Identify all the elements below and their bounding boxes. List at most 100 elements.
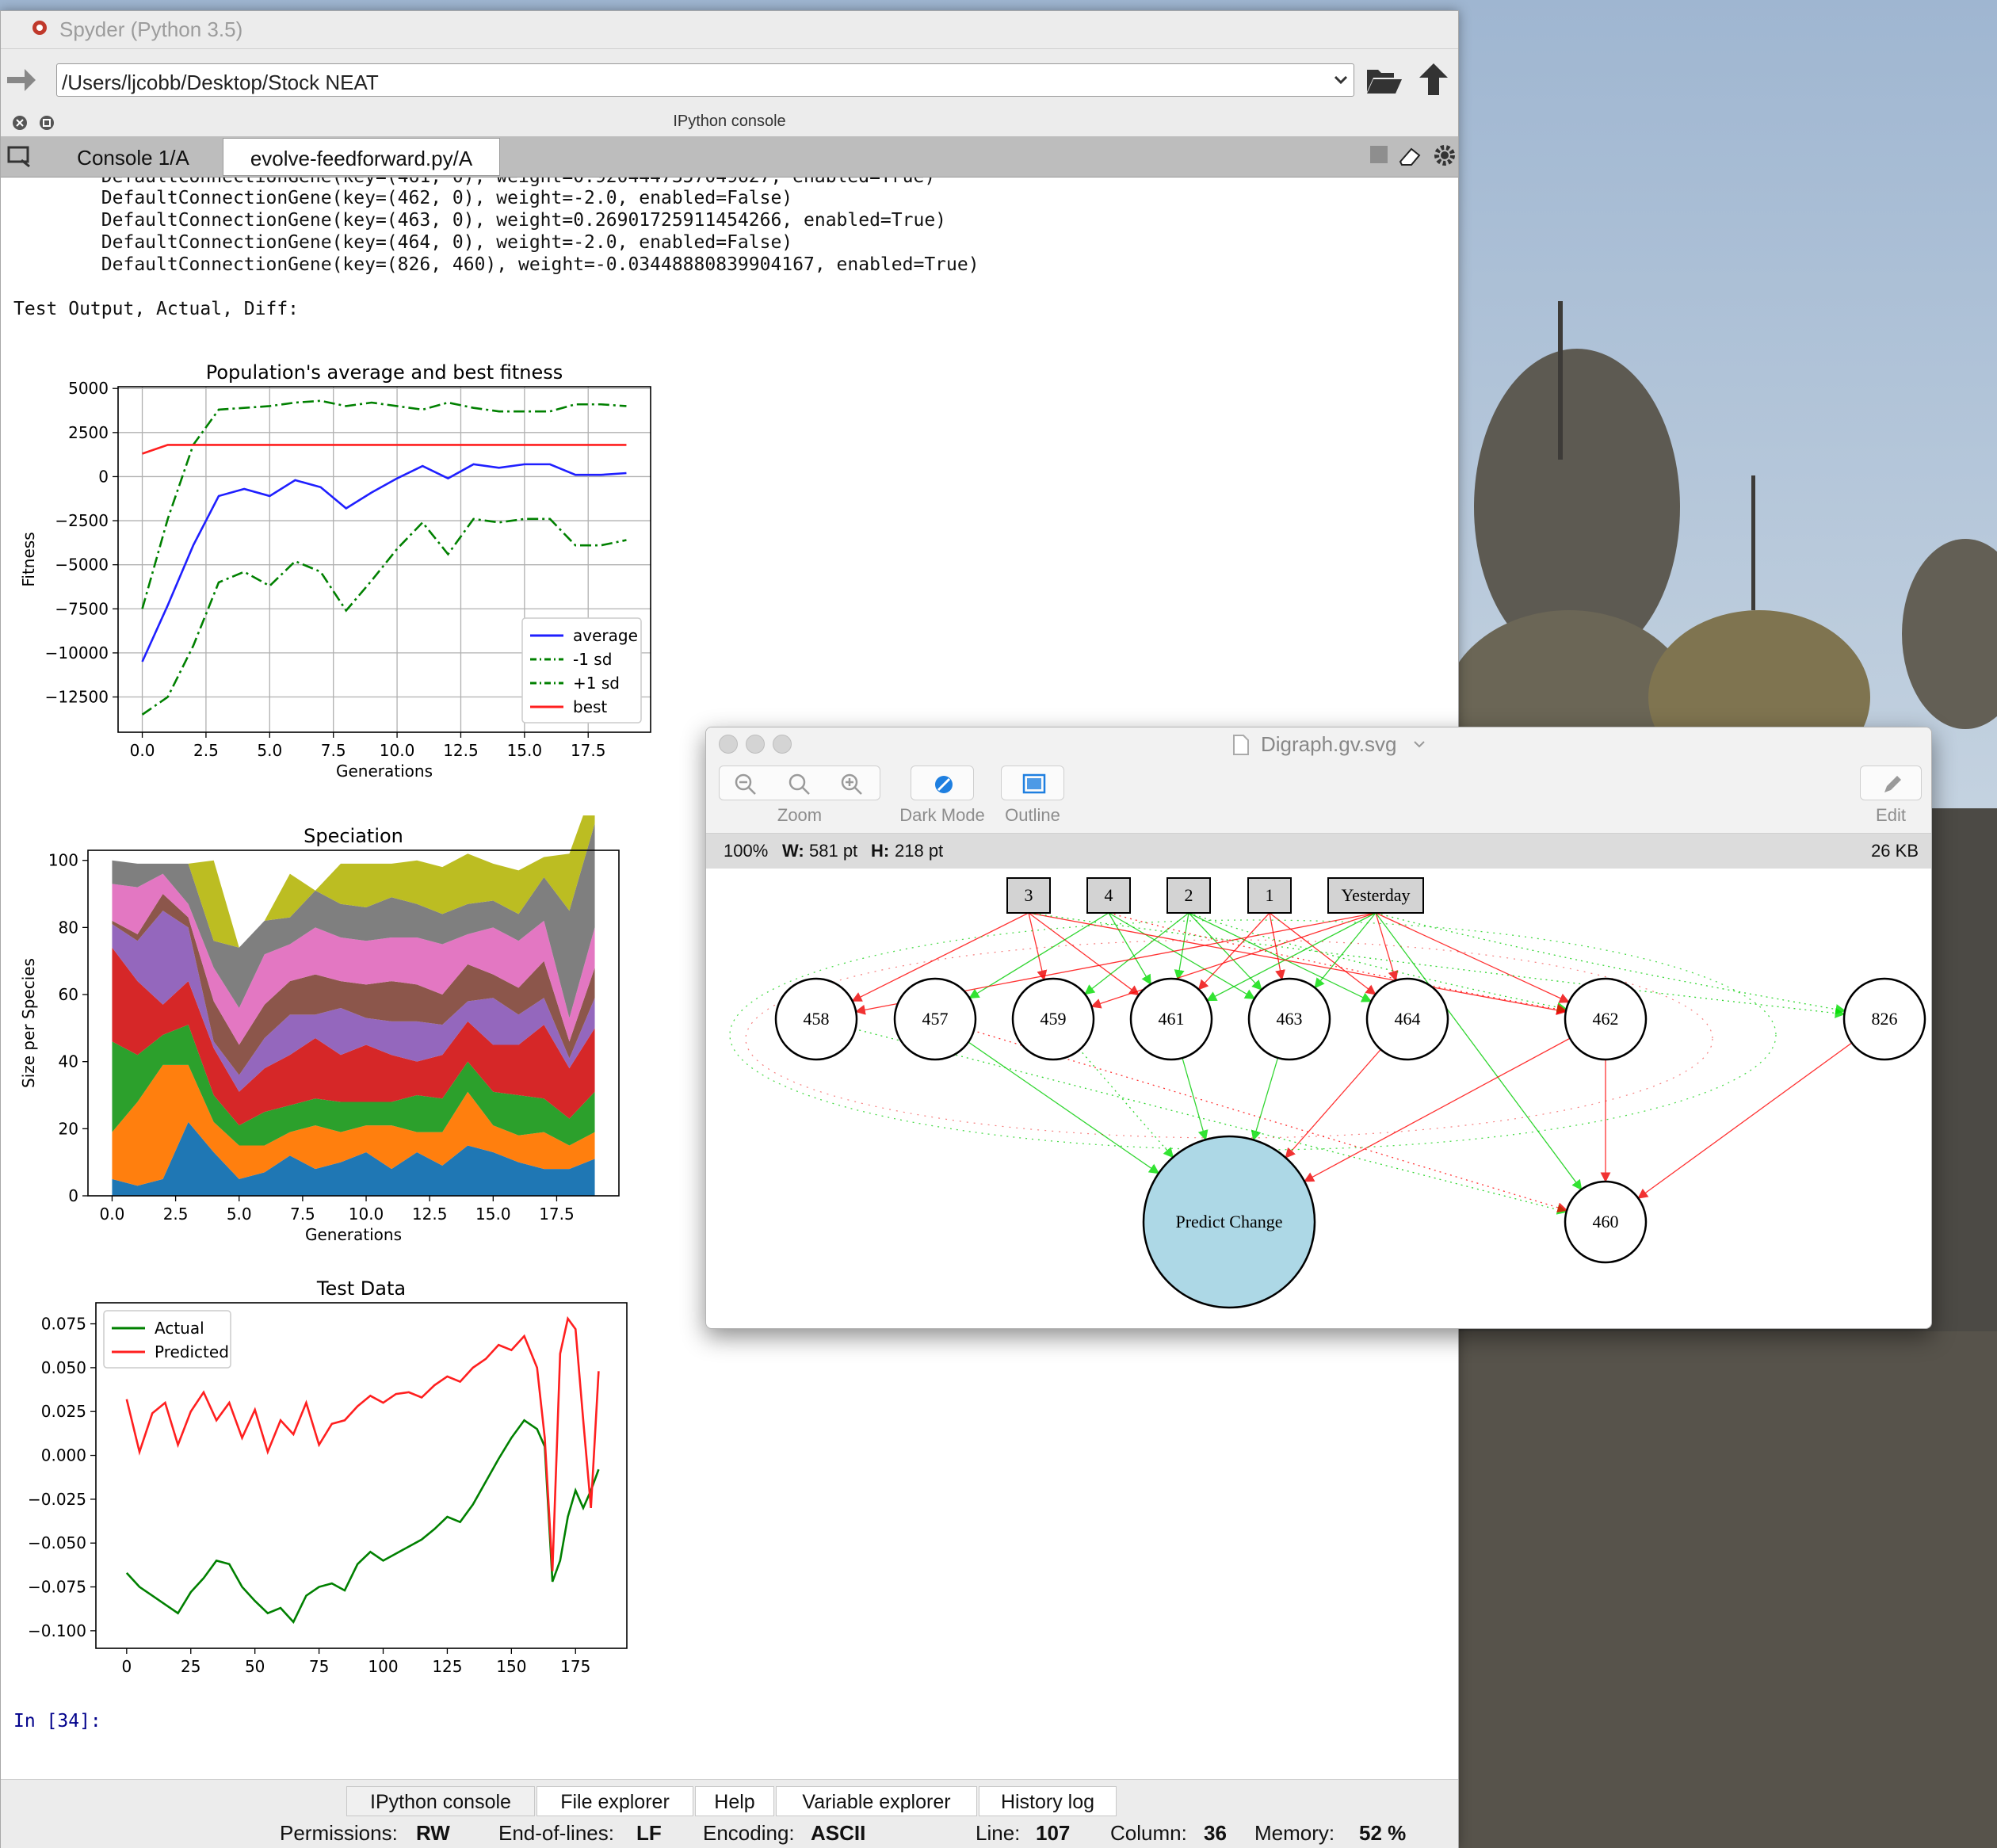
preview-info-bar: 100% W: 581 pt H: 218 pt 26 KB: [706, 834, 1931, 869]
y-tick-label: 0: [98, 467, 109, 486]
console-line: DefaultConnectionGene(key=(464, 0), weig…: [13, 232, 793, 253]
browse-tabs-icon[interactable]: [7, 144, 34, 168]
x-tick-label: 17.5: [571, 741, 606, 760]
node-label: 463: [1277, 1009, 1303, 1029]
x-tick-label: 7.5: [290, 1205, 315, 1224]
x-tick-label: 17.5: [539, 1205, 575, 1224]
x-axis-label: Generations: [305, 1225, 402, 1244]
node-label: 3: [1025, 885, 1033, 905]
x-axis-label: Generations: [336, 762, 433, 781]
forward-arrow-icon[interactable]: [6, 65, 37, 95]
y-tick-label: 0.025: [41, 1402, 86, 1421]
x-tick-label: 75: [309, 1657, 329, 1676]
y-tick-label: 2500: [68, 423, 109, 442]
parent-directory-arrow-icon[interactable]: [1418, 62, 1449, 97]
height-value: 218 pt: [895, 841, 944, 861]
hidden-node-463: 463: [1247, 977, 1331, 1061]
input-node-yesterday: Yesterday: [1327, 877, 1424, 914]
preview-title: Digraph.gv.svg: [1261, 732, 1397, 756]
tab-ipython-console[interactable]: IPython console: [346, 1786, 535, 1816]
console-line: DefaultConnectionGene(key=(461, 0), weig…: [13, 178, 935, 187]
dark-mode-label: Dark Mode: [899, 805, 985, 825]
zoom-percent: 100%: [724, 841, 769, 861]
x-tick-label: 100: [368, 1657, 398, 1676]
x-tick-label: 5.0: [227, 1205, 252, 1224]
zoom-button-group: [719, 766, 880, 800]
y-tick-label: 5000: [68, 379, 109, 398]
node-label: Yesterday: [1342, 885, 1411, 905]
node-label: 462: [1593, 1009, 1619, 1029]
chevron-down-icon[interactable]: [1333, 74, 1349, 86]
window-title: Spyder (Python 3.5): [59, 17, 243, 41]
memory-label: Memory:: [1254, 1821, 1335, 1845]
outline-button[interactable]: [1001, 766, 1064, 800]
x-tick-label: 15.0: [475, 1205, 511, 1224]
y-tick-label: −12500: [45, 688, 109, 707]
node-label: 459: [1041, 1009, 1067, 1029]
zoom-label: Zoom: [777, 805, 823, 825]
x-tick-label: 2.5: [193, 741, 219, 760]
input-node-2: 2: [1167, 877, 1211, 914]
y-tick-label: 0.000: [41, 1446, 86, 1465]
hidden-node-459: 459: [1011, 977, 1095, 1061]
graph-edge: [1314, 912, 1377, 989]
gear-icon[interactable]: [1432, 143, 1457, 168]
x-tick-label: 10.0: [380, 741, 415, 760]
x-tick-label: 25: [181, 1657, 200, 1676]
title-chevron-icon[interactable]: [1413, 740, 1426, 750]
legend-label: Predicted: [155, 1342, 229, 1361]
height-label: H:: [871, 841, 890, 861]
pane-header: IPython console: [1, 109, 1458, 136]
hidden-node-457: 457: [893, 977, 977, 1061]
console-tab-bar: Console 1/A evolve-feedforward.py/A: [1, 136, 1458, 178]
working-directory-value: /Users/ljcobb/Desktop/Stock NEAT: [62, 71, 379, 94]
console-line: DefaultConnectionGene(key=(826, 460), we…: [13, 254, 979, 275]
x-tick-label: 10.0: [349, 1205, 384, 1224]
permissions-value: RW: [416, 1821, 450, 1845]
eol-value: LF: [636, 1821, 662, 1845]
preview-window: Digraph.gv.svg Zoom Dark Mode Outline Ed…: [705, 727, 1932, 1329]
x-tick-label: 0.0: [100, 1205, 125, 1224]
zoom-window-button[interactable]: [773, 735, 792, 754]
working-directory-input[interactable]: /Users/ljcobb/Desktop/Stock NEAT: [56, 63, 1354, 97]
tab-evolve-feedforward[interactable]: evolve-feedforward.py/A: [223, 138, 500, 176]
minimize-window-button[interactable]: [746, 735, 765, 754]
tab-variable-explorer[interactable]: Variable explorer: [776, 1786, 977, 1816]
outline-icon: [1022, 773, 1046, 794]
x-tick-label: 2.5: [163, 1205, 189, 1224]
node-label: 461: [1159, 1009, 1185, 1029]
tab-label: evolve-feedforward.py/A: [250, 147, 473, 170]
folder-open-icon[interactable]: [1365, 63, 1403, 97]
y-tick-label: −7500: [55, 599, 109, 618]
tab-history-log[interactable]: History log: [979, 1786, 1117, 1816]
y-tick-label: 60: [59, 985, 78, 1004]
test-data-chart: Test Data 0 25 50 75 100 125 150 175 0.075 0.050 0.…: [28, 1277, 628, 1676]
dark-mode-button[interactable]: [911, 766, 974, 800]
edit-button[interactable]: [1860, 766, 1922, 800]
stop-icon[interactable]: [1370, 146, 1388, 163]
legend-label: +1 sd: [573, 674, 620, 693]
column-label: Column:: [1110, 1821, 1187, 1845]
hidden-node-826: 826: [1842, 977, 1926, 1061]
y-tick-label: 80: [59, 918, 78, 937]
zoom-in-icon[interactable]: [840, 773, 864, 796]
zoom-out-icon[interactable]: [734, 773, 758, 796]
hidden-node-460: 460: [1564, 1180, 1648, 1264]
actual-size-icon[interactable]: [788, 773, 811, 796]
eraser-icon[interactable]: [1397, 144, 1422, 166]
line-value: 107: [1036, 1821, 1071, 1845]
tab-label: Console 1/A: [77, 146, 189, 170]
fitness-chart: Population's average and best fitness 0.0…: [19, 361, 651, 781]
tab-file-explorer[interactable]: File explorer: [536, 1786, 693, 1816]
tab-help[interactable]: Help: [695, 1786, 774, 1816]
output-node-predict-change: Predict Change: [1142, 1135, 1316, 1309]
node-label: 457: [922, 1009, 949, 1029]
tab-label: History log: [1000, 1791, 1095, 1813]
x-tick-label: 12.5: [443, 741, 479, 760]
close-window-button[interactable]: [719, 735, 738, 754]
tab-console-1a[interactable]: Console 1/A: [45, 138, 221, 176]
y-tick-label: −0.100: [28, 1621, 86, 1640]
y-tick-label: 0.050: [41, 1358, 86, 1377]
outline-label: Outline: [1005, 805, 1060, 825]
pane-title: IPython console: [673, 113, 786, 130]
